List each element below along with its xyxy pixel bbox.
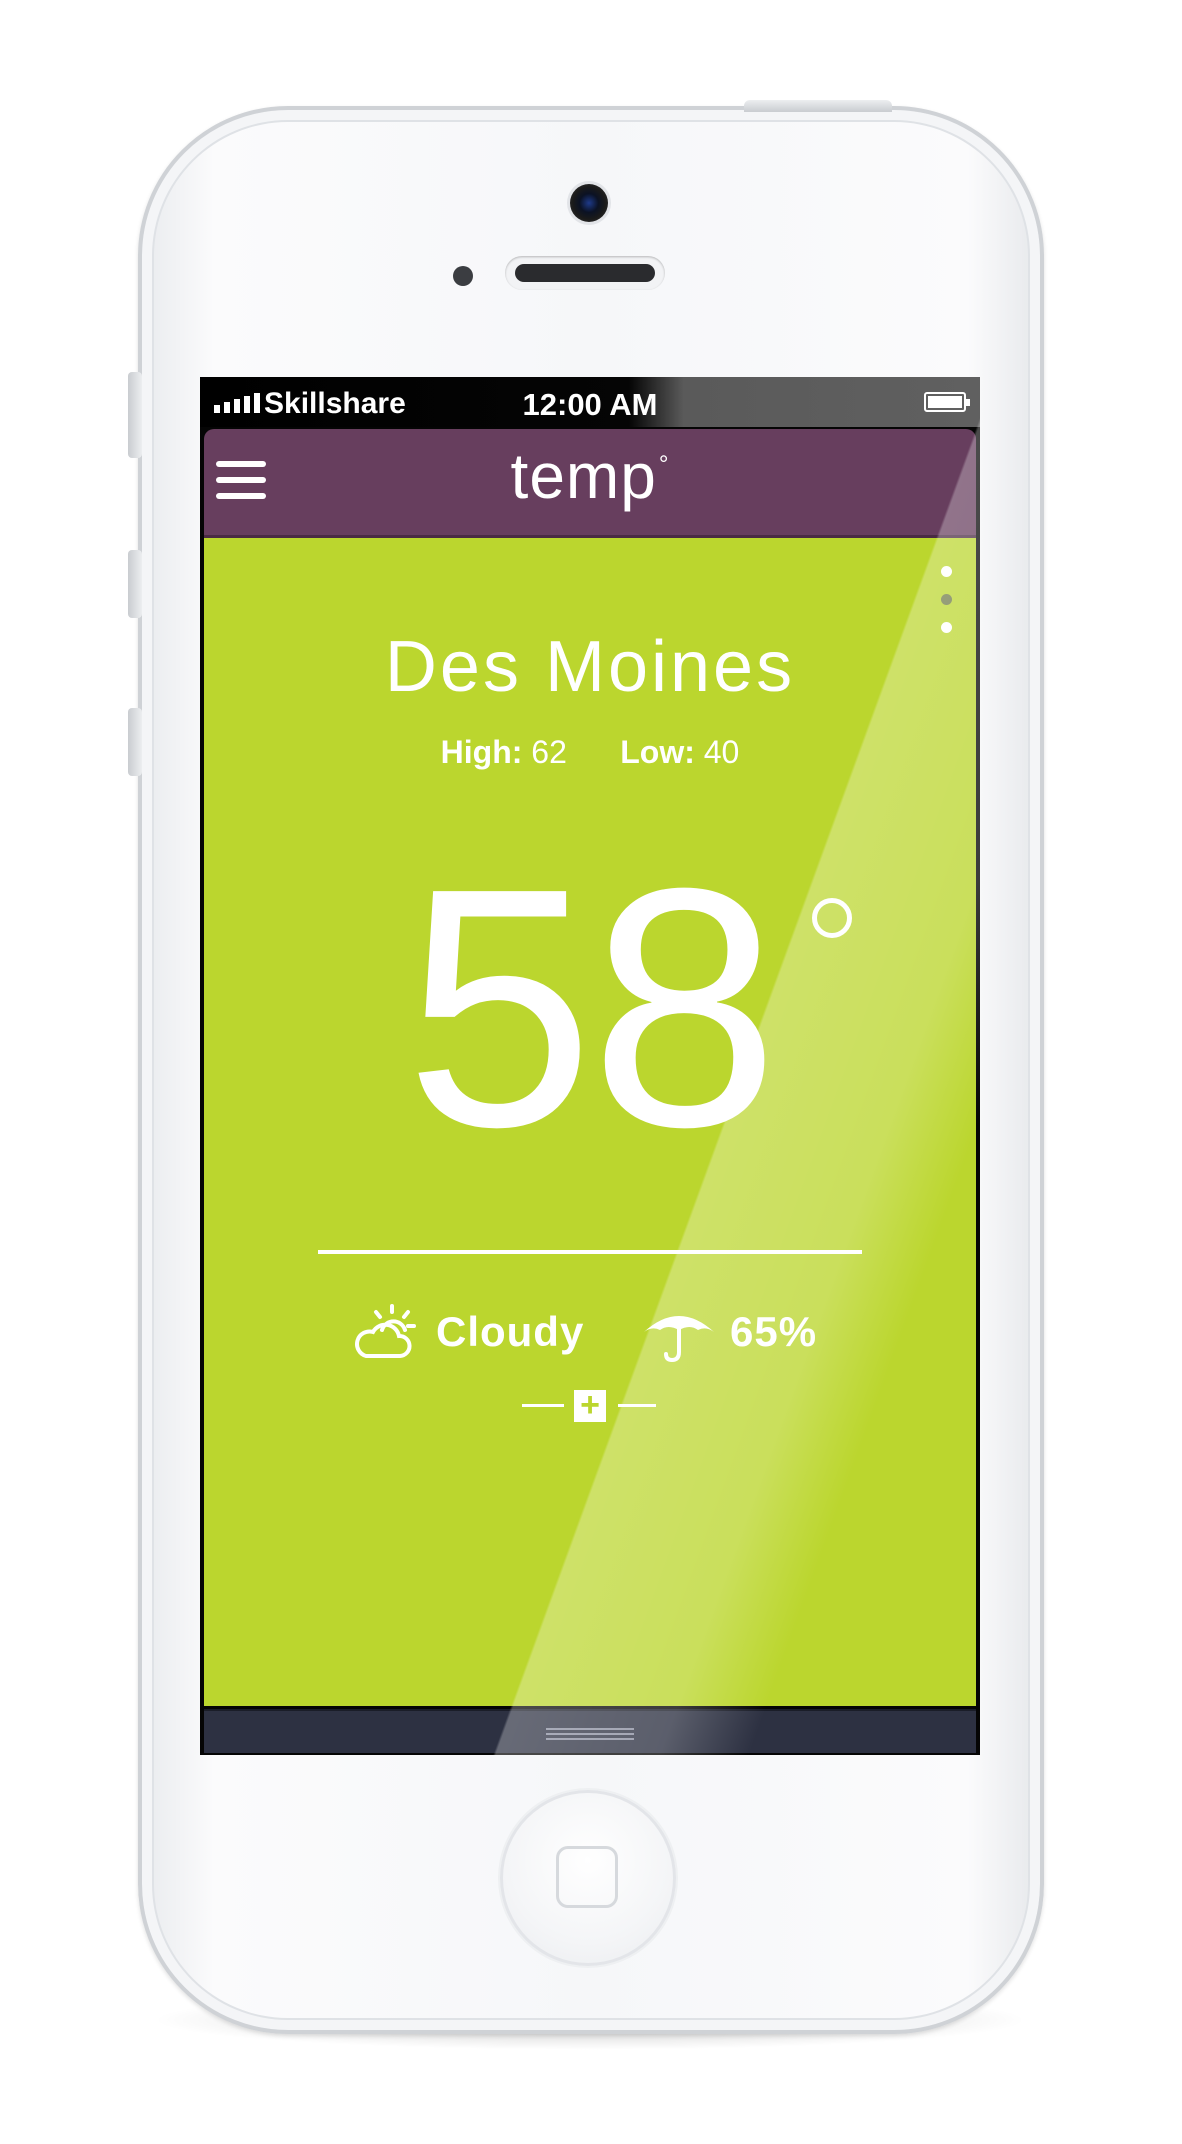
weather-panel[interactable]: Des Moines High: 62 Low: 40 58 Cloudy 65… xyxy=(204,538,976,1706)
degree-symbol xyxy=(812,898,852,938)
page-dot-active[interactable] xyxy=(941,594,952,605)
front-camera xyxy=(570,184,608,222)
mute-switch xyxy=(128,372,142,458)
partly-cloudy-icon xyxy=(355,1304,416,1358)
low-value: 40 xyxy=(703,734,740,770)
earpiece-speaker xyxy=(505,256,665,290)
home-button[interactable] xyxy=(500,1790,676,1966)
high-label: High: xyxy=(440,734,523,770)
app-title: temp° xyxy=(204,439,976,513)
more-divider-right xyxy=(618,1404,656,1407)
app-header: temp° xyxy=(204,429,976,538)
weather-condition: Cloudy xyxy=(436,1308,585,1355)
low-label: Low: xyxy=(620,734,695,770)
bottom-drawer-bar[interactable] xyxy=(204,1709,976,1753)
volume-down-button xyxy=(128,708,142,776)
current-temperature: 58 xyxy=(404,818,779,1198)
umbrella-icon xyxy=(644,1316,714,1363)
home-square-icon xyxy=(556,1846,618,1908)
more-divider-left xyxy=(522,1404,564,1407)
divider xyxy=(318,1250,862,1254)
high-low-temps: High: 62 Low: 40 xyxy=(204,734,976,771)
expand-details-button[interactable]: + xyxy=(574,1388,606,1422)
drag-handle-icon[interactable] xyxy=(546,1725,634,1741)
status-clock: 12:00 AM xyxy=(522,387,658,422)
proximity-sensor xyxy=(453,266,473,286)
status-bar: Skillshare 12:00 AM xyxy=(200,377,980,427)
app-title-degree: ° xyxy=(658,451,670,478)
precipitation-chance: 65% xyxy=(730,1308,818,1355)
high-value: 62 xyxy=(531,734,567,770)
phone-screen: Skillshare 12:00 AM temp° Des Moines Hig… xyxy=(200,377,980,1755)
app-title-text: temp xyxy=(510,440,657,512)
page-dot[interactable] xyxy=(941,566,952,577)
volume-up-button xyxy=(128,550,142,618)
city-name: Des Moines xyxy=(384,627,796,707)
battery-icon xyxy=(924,392,970,412)
power-button xyxy=(744,100,892,112)
